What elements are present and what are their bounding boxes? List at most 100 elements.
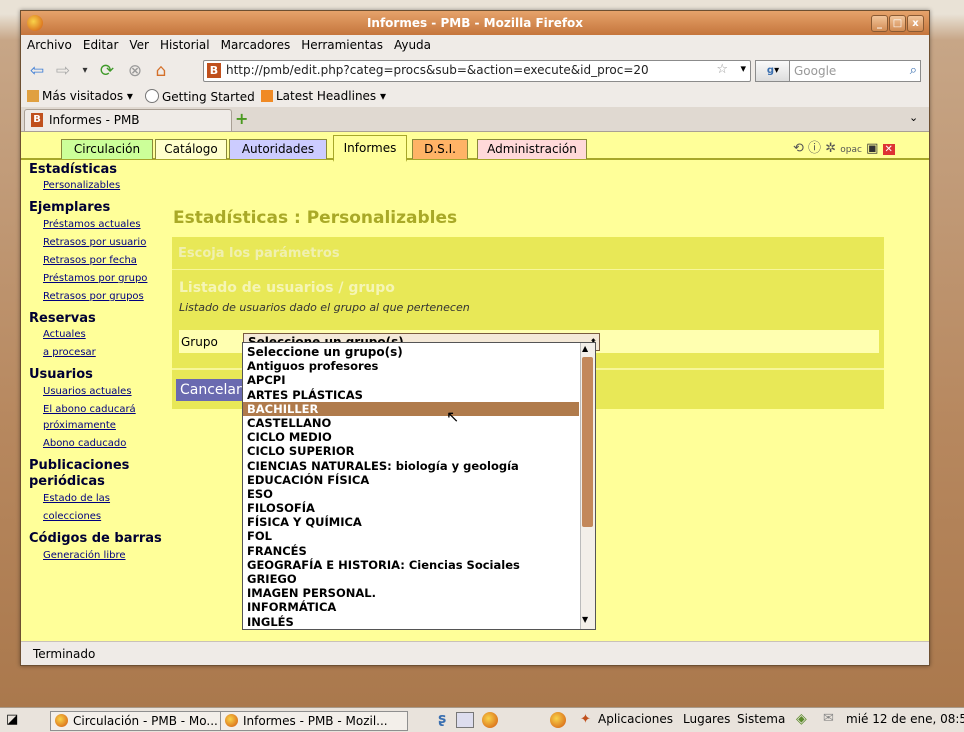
sidebar-heading-reservas: Reservas [29, 311, 96, 326]
bookmark-star-icon[interactable]: ☆ [716, 62, 728, 77]
sidebar-link-a-procesar[interactable]: a procesar [43, 347, 96, 358]
sidebar-link-prestamos-grupo[interactable]: Préstamos por grupo [43, 273, 147, 284]
sidebar-link-retrasos-grupos[interactable]: Retrasos por grupos [43, 291, 144, 302]
dropdown-option[interactable]: FÍSICA Y QUÍMICA [243, 515, 579, 529]
home-icon[interactable]: ⌂ [151, 61, 171, 81]
dropdown-option[interactable]: FOL [243, 529, 579, 543]
dropdown-option[interactable]: Seleccione un grupo(s) [243, 345, 579, 359]
menu-archivo[interactable]: Archivo [21, 35, 77, 52]
tab-list-icon[interactable]: ⌄ [909, 111, 918, 124]
dropdown-option[interactable]: ESO [243, 487, 579, 501]
back-arrow-icon[interactable]: ⇦ [27, 61, 47, 81]
dropdown-option[interactable]: FILOSOFÍA [243, 501, 579, 515]
tab-administracion[interactable]: Administración [477, 139, 587, 159]
dropdown-option[interactable]: CICLO SUPERIOR [243, 444, 579, 458]
dropdown-option[interactable]: APCPI [243, 373, 579, 387]
search-icon[interactable]: ⌕ [910, 63, 917, 78]
menu-aplicaciones[interactable]: Aplicaciones [598, 712, 673, 726]
dropdown-option[interactable]: ARTES PLÁSTICAS [243, 388, 579, 402]
status-bar: Terminado [21, 641, 929, 665]
url-bar[interactable]: B http://pmb/edit.php?categ=procs&sub=&a… [203, 60, 751, 82]
dropdown-option[interactable]: Antiguos profesores [243, 359, 579, 373]
mail-icon[interactable]: ✉ [823, 711, 834, 726]
settings-icon[interactable]: ✲ [825, 141, 836, 156]
scrollbar-thumb[interactable] [582, 357, 593, 527]
menu-historial[interactable]: Historial [154, 35, 215, 52]
dropdown-option[interactable]: CICLO MEDIO [243, 430, 579, 444]
sidebar-link-generacion-libre[interactable]: Generación libre [43, 550, 126, 561]
bookmark-mas-visitados[interactable]: Más visitados ▾ [27, 89, 133, 103]
dropdown-option[interactable]: FRANCÉS [243, 544, 579, 558]
sidebar-link-retrasos-fecha[interactable]: Retrasos por fecha [43, 255, 137, 266]
sidebar-link-colecciones[interactable]: colecciones [43, 511, 101, 522]
tab-circulacion[interactable]: Circulación [61, 139, 153, 159]
search-engine-selector[interactable]: g▾ [755, 60, 790, 82]
help-icon[interactable]: ⓘ [808, 141, 821, 156]
close-button[interactable]: x [907, 15, 924, 32]
firefox-launcher-icon[interactable] [482, 712, 498, 728]
search-input[interactable]: Google ⌕ [789, 60, 921, 82]
dropdown-option[interactable]: GEOGRAFÍA E HISTORIA: Ciencias Sociales [243, 558, 579, 572]
title-bar[interactable]: Informes - PMB - Mozilla Firefox _ □ x [21, 11, 929, 35]
menu-lugares[interactable]: Lugares [683, 712, 730, 726]
sidebar-heading-usuarios: Usuarios [29, 367, 93, 382]
tab-catalogo[interactable]: Catálogo [155, 139, 227, 159]
dropdown-option[interactable]: INGLÉS [243, 615, 579, 629]
dropdown-scrollbar[interactable]: ▲ ▼ [580, 343, 595, 629]
task-informes[interactable]: Informes - PMB - Mozil... [220, 711, 408, 731]
dropdown-option-selected[interactable]: BACHILLER [243, 401, 579, 416]
stop-icon[interactable]: ⊗ [125, 61, 145, 81]
dropdown-option[interactable]: CASTELLANO [243, 416, 579, 430]
new-tab-icon[interactable]: + [235, 109, 248, 128]
clock[interactable]: mié 12 de ene, 08:51 [846, 712, 964, 726]
tab-autoridades[interactable]: Autoridades [229, 139, 327, 159]
url-dropdown-icon[interactable]: ▾ [740, 62, 746, 75]
dropdown-option[interactable]: GRIEGO [243, 572, 579, 586]
screen-icon[interactable] [456, 712, 474, 728]
bookmark-getting-started[interactable]: Getting Started [145, 89, 255, 104]
sidebar-link-prestamos-actuales[interactable]: Préstamos actuales [43, 219, 141, 230]
menu-bar: Archivo Editar Ver Historial Marcadores Herra… [21, 35, 929, 55]
history-dropdown-icon[interactable]: ▾ [75, 61, 95, 81]
rss-icon [261, 90, 273, 102]
browser-tab[interactable]: B Informes - PMB [24, 109, 232, 131]
exit-icon[interactable]: ✕ [882, 144, 895, 155]
dropdown-option[interactable]: CIENCIAS NATURALES: biología y geología [243, 459, 579, 473]
save-icon[interactable]: ▣ [866, 141, 878, 156]
refresh-icon[interactable]: ⟲ [793, 141, 804, 156]
sidebar-link-abono-caducado[interactable]: Abono caducado [43, 438, 126, 449]
grupo-dropdown-list[interactable]: Seleccione un grupo(s) Antiguos profesor… [242, 342, 596, 630]
reload-icon[interactable]: ⟳ [97, 61, 117, 81]
dropdown-option[interactable]: INFORMÁTICA [243, 600, 579, 614]
tab-dsi[interactable]: D.S.I. [412, 139, 468, 159]
tab-informes[interactable]: Informes [333, 135, 407, 162]
menu-sistema[interactable]: Sistema [737, 712, 785, 726]
dropdown-option[interactable]: EDUCACIÓN FÍSICA [243, 473, 579, 487]
dropdown-option[interactable]: IMAGEN PERSONAL. [243, 586, 579, 600]
sidebar-link-retrasos-usuario[interactable]: Retrasos por usuario [43, 237, 146, 248]
sidebar-link-estado-de-las[interactable]: Estado de las [43, 493, 110, 504]
task-circulacion[interactable]: Circulación - PMB - Mo... [50, 711, 238, 731]
launcher-icon[interactable]: ʂ [438, 711, 446, 727]
sidebar-link-proximamente[interactable]: próximamente [43, 420, 116, 431]
menu-ayuda[interactable]: Ayuda [388, 35, 436, 52]
sidebar-link-abono-caducara[interactable]: El abono caducará [43, 404, 136, 415]
menu-herramientas[interactable]: Herramientas [295, 35, 388, 52]
sidebar-link-personalizables[interactable]: Personalizables [43, 180, 120, 191]
sidebar-link-usuarios-actuales[interactable]: Usuarios actuales [43, 386, 132, 397]
menu-marcadores[interactable]: Marcadores [215, 35, 296, 52]
sidebar-link-actuales[interactable]: Actuales [43, 329, 86, 340]
page-icon [145, 89, 159, 103]
firefox-launcher-icon[interactable] [550, 712, 566, 728]
forward-arrow-icon[interactable]: ⇨ [53, 61, 73, 81]
maximize-button[interactable]: □ [889, 15, 906, 32]
minimize-button[interactable]: _ [871, 15, 888, 32]
opac-icon[interactable]: opac [840, 145, 862, 155]
bookmark-latest-headlines[interactable]: Latest Headlines ▾ [261, 89, 386, 103]
scroll-up-icon[interactable]: ▲ [582, 344, 588, 353]
menu-ver[interactable]: Ver [123, 35, 154, 52]
network-icon[interactable]: ◈ [796, 711, 807, 727]
show-desktop-icon[interactable]: ◪ [6, 712, 18, 727]
scroll-down-icon[interactable]: ▼ [582, 615, 588, 624]
menu-editar[interactable]: Editar [77, 35, 124, 52]
